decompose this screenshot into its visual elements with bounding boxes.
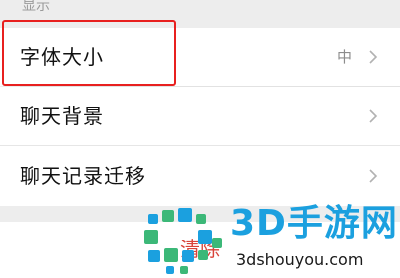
settings-screen: 显示 字体大小 中 聊天背景 聊天记录迁移 清除 3D手游网 3dshouyou… <box>0 0 400 278</box>
chevron-right-icon <box>369 50 378 64</box>
watermark-url: 3dshouyou.com <box>236 250 364 269</box>
settings-row-chat-background[interactable]: 聊天背景 <box>0 87 400 145</box>
row-label: 聊天记录迁移 <box>20 164 146 188</box>
section-header-display: 显示 <box>22 0 50 14</box>
3dshouyou-logo-icon <box>144 208 222 274</box>
row-label: 聊天背景 <box>20 104 104 128</box>
highlight-annotation <box>2 20 176 86</box>
group-gap <box>0 145 400 146</box>
chevron-right-icon <box>369 169 378 183</box>
chevron-right-icon <box>369 109 378 123</box>
settings-row-chat-migration[interactable]: 聊天记录迁移 <box>0 146 400 206</box>
watermark: 3D手游网 3dshouyou.com <box>140 198 398 278</box>
row-value: 中 <box>336 48 352 66</box>
watermark-brand: 3D手游网 <box>230 203 398 244</box>
